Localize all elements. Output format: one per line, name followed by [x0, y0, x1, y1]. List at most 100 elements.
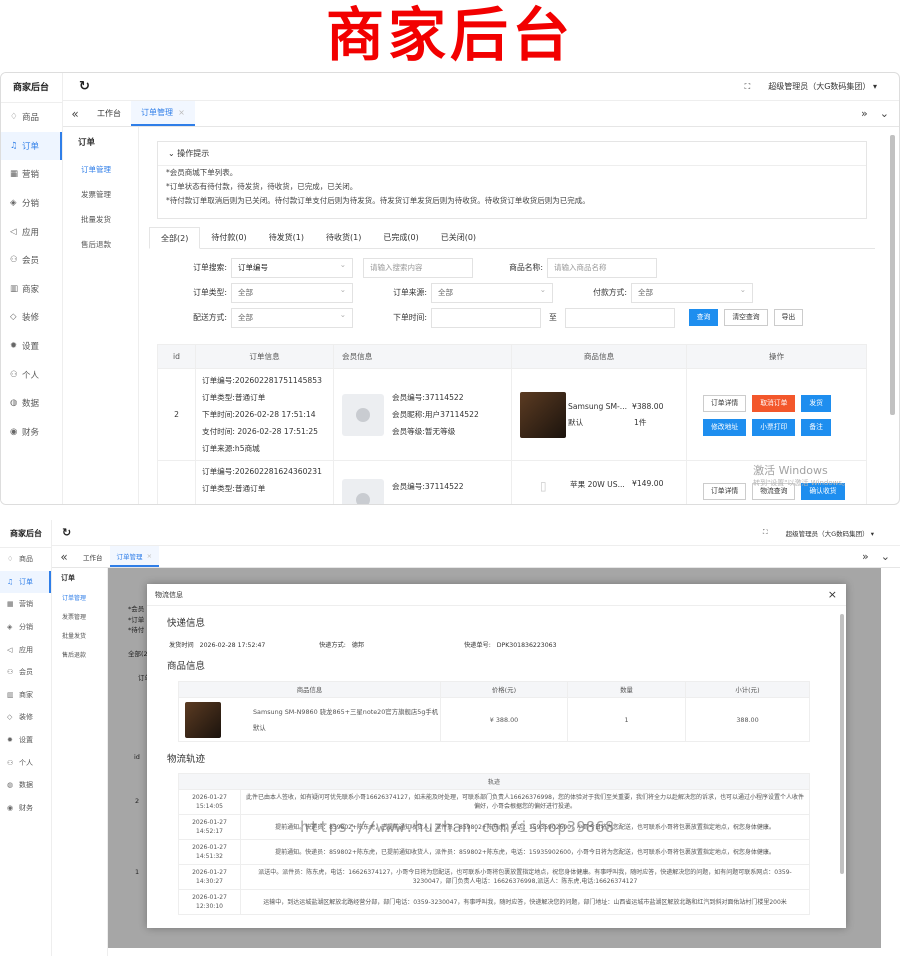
print-receipt-button[interactable]: 小票打印 [752, 418, 796, 436]
status-tab-done[interactable]: 已完成(0) [372, 227, 429, 248]
refresh-icon[interactable]: ↻ [79, 79, 90, 94]
sub-item-aftersale[interactable]: 售后退款 [63, 232, 138, 257]
sidebar-item[interactable]: ◈ 分销 [0, 616, 51, 639]
sidebar-item[interactable]: ♫ 订单 [1, 131, 62, 161]
goods-section-title: 商品信息 [167, 661, 206, 672]
sidebar-item[interactable]: ◇ 装修 [0, 706, 51, 729]
search-type-select[interactable]: 订单编号 [231, 256, 353, 278]
tip-line: *待付款订单取消后则为已关闭。待付款订单支付后则为待发货。待发货订单发货后则为待… [166, 196, 590, 205]
status-tab-to-ship[interactable]: 待发货(1) [258, 227, 315, 248]
sub-item-order-manage[interactable]: 订单管理 [52, 588, 107, 607]
sidebar-item[interactable]: ⚇ 会员 [1, 246, 62, 275]
sidebar-item[interactable]: ▥ 商家 [0, 684, 51, 707]
tab-home[interactable]: 工作台 [76, 546, 110, 567]
sidebar-item[interactable]: ◈ 分销 [1, 189, 62, 218]
goods-image [185, 701, 221, 738]
status-tab-closed[interactable]: 已关闭(0) [430, 227, 487, 248]
tabs-forward-icon[interactable]: » [862, 550, 869, 563]
export-button[interactable]: 导出 [773, 309, 804, 326]
goods-price: ¥149.00 [632, 479, 664, 488]
status-tab-to-receive[interactable]: 待收货(1) [315, 227, 372, 248]
order-detail-button[interactable]: 订单详情 [703, 394, 747, 412]
user-menu[interactable]: 超级管理员（大G数码集团） ▾ [768, 81, 877, 92]
pay-time: 支付时间: 2026-02-28 17:51:25 [202, 427, 318, 436]
send-icon: ◁ [10, 226, 17, 237]
sub-item-invoice[interactable]: 发票管理 [52, 607, 107, 626]
goods-name[interactable]: 苹果 20W US... [570, 479, 632, 493]
shop-icon: ▥ [7, 690, 14, 699]
track-table: 轨迹 2026-01-27 15:14:05 此件已由本人签收，如有疑问可优先联系… [178, 773, 810, 915]
pay-method-select[interactable]: 全部 [631, 281, 753, 303]
sidebar-item[interactable]: ◉ 财务 [1, 418, 62, 447]
sidebar-item[interactable]: ⚇ 会员 [0, 661, 51, 684]
order-type-select[interactable]: 全部 [231, 281, 353, 303]
sidebar-item[interactable]: ▥ 商家 [1, 275, 62, 304]
sidebar-item[interactable]: ♢ 商品 [1, 103, 62, 132]
sub-item-aftersale[interactable]: 售后退款 [52, 645, 107, 664]
sidebar-item[interactable]: ⚇ 个人 [0, 751, 51, 774]
collapse-left-icon[interactable]: « [52, 550, 76, 564]
tabs-menu-icon[interactable]: ⌄ [880, 107, 889, 120]
sidebar-item[interactable]: ◇ 装修 [1, 303, 62, 332]
ship-button[interactable]: 发货 [801, 394, 831, 412]
sidebar-item[interactable]: ◍ 数据 [1, 389, 62, 418]
collapse-left-icon[interactable]: « [63, 107, 87, 121]
tabs-menu-icon[interactable]: ⌄ [881, 550, 890, 563]
tab-order-manage[interactable]: 订单管理 × [131, 101, 195, 126]
sub-item-batch-ship[interactable]: 批量发货 [52, 626, 107, 645]
send-icon: ◁ [7, 645, 13, 654]
sidebar-item[interactable]: ♫ 订单 [0, 570, 51, 594]
member-info: 会员编号:37114522 会员昵称:用户37114522 会员等级:暂无等级 [333, 368, 512, 461]
sidebar-item[interactable]: ◁ 应用 [1, 217, 62, 246]
sidebar-item[interactable]: ⚇ 个人 [1, 360, 62, 389]
scrollbar[interactable] [890, 135, 895, 415]
sidebar-item[interactable]: ◁ 应用 [0, 638, 51, 661]
tag-icon: ◇ [7, 713, 13, 722]
order-info: 订单编号:202602281624360231 订单类型:普通订单 [195, 460, 334, 504]
query-button[interactable]: 查询 [688, 309, 719, 326]
start-time-input[interactable] [431, 307, 541, 328]
fullscreen-icon[interactable]: ⛶ [763, 528, 768, 537]
sidebar-item[interactable]: ✹ 设置 [1, 332, 62, 361]
tips-toggle[interactable]: ⌄ 操作提示 [158, 142, 866, 166]
refresh-icon[interactable]: ↻ [62, 526, 71, 539]
end-time-input[interactable] [564, 307, 675, 328]
tab-order-manage[interactable]: 订单管理 × [109, 546, 160, 567]
remark-button[interactable]: 备注 [801, 418, 831, 436]
sidebar-item[interactable]: ▦ 营销 [0, 593, 51, 616]
goods-name[interactable]: Samsung SM-... [568, 399, 630, 415]
sidebar-item[interactable]: ◍ 数据 [0, 774, 51, 797]
order-no: 订单编号:202602281624360231 [202, 467, 322, 476]
sidebar-item[interactable]: ♢ 商品 [0, 548, 51, 571]
order-detail-button[interactable]: 订单详情 [703, 483, 747, 500]
edit-address-button[interactable]: 修改地址 [703, 418, 747, 436]
search-label: 订单搜索: [193, 263, 227, 272]
status-tab-all[interactable]: 全部(2) [149, 227, 201, 249]
clear-query-button[interactable]: 清空查询 [724, 309, 768, 326]
search-input[interactable]: 请输入搜索内容 [363, 257, 473, 278]
goods-name-input[interactable]: 请输入商品名称 [547, 257, 657, 278]
sub-item-batch-ship[interactable]: 批量发货 [63, 207, 138, 232]
sub-item-invoice[interactable]: 发票管理 [63, 182, 138, 207]
order-source-select[interactable]: 全部 [431, 281, 553, 303]
tab-home[interactable]: 工作台 [87, 101, 131, 126]
tab-close-icon[interactable]: × [178, 108, 185, 117]
sub-item-order-manage[interactable]: 订单管理 [63, 157, 138, 182]
bell-icon: ♫ [7, 577, 14, 586]
ship-method-select[interactable]: 全部 [231, 306, 353, 328]
user-menu[interactable]: 超级管理员（大G数码集团） ▾ [786, 528, 874, 538]
sidebar-item[interactable]: ✹ 设置 [0, 729, 51, 752]
tabs-forward-icon[interactable]: » [861, 107, 868, 120]
status-tab-unpaid[interactable]: 待付款(0) [200, 227, 257, 248]
chevron-down-icon: ⌄ [168, 149, 175, 158]
sidebar-item[interactable]: ▦ 营销 [1, 160, 62, 189]
fullscreen-icon[interactable]: ⛶ [745, 82, 751, 92]
close-icon[interactable]: × [828, 584, 837, 606]
tab-close-icon[interactable]: × [147, 552, 152, 560]
sidebar-item-label: 商家 [19, 690, 33, 699]
cancel-order-button[interactable]: 取消订单 [752, 394, 796, 412]
sidebar-item[interactable]: ◉ 财务 [0, 797, 51, 820]
user-icon: ⚇ [10, 255, 18, 266]
modal-scrollbar[interactable] [840, 614, 844, 874]
layers-icon: ◈ [7, 623, 13, 632]
